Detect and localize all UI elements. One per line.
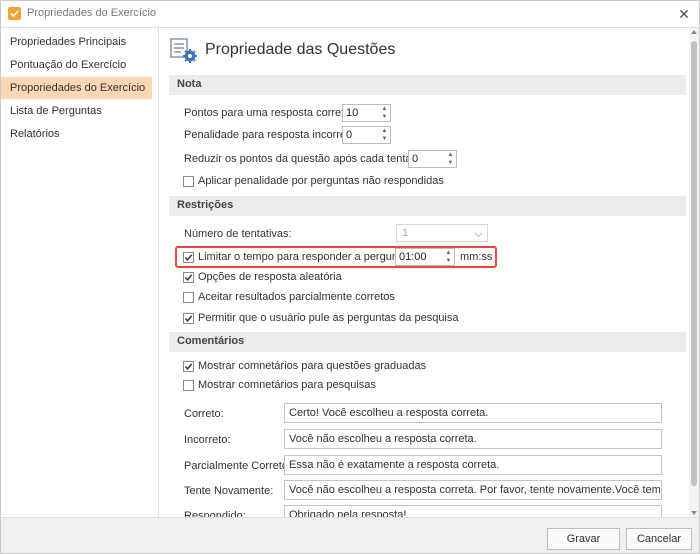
apply-penalty-label: Aplicar penalidade por perguntas não res… [198,175,444,187]
dialog-footer: Gravar Cancelar [1,517,699,553]
partial-results-checkbox[interactable] [183,292,194,303]
stepper-arrows-icon[interactable]: ▲ ▼ [379,127,390,143]
section-header: Restrições [177,199,234,211]
sidebar-item-scoring[interactable]: Pontuação do Exercício [1,54,152,76]
limit-time-label: Limitar o tempo para responder a pergunt… [198,251,411,263]
sidebar-item-main-properties[interactable]: Propriedades Principais [1,31,152,53]
sidebar-item-label: Lista de Perguntas [10,105,102,117]
section-restricoes: Restrições [169,196,686,216]
dropdown-value: 1 [402,227,409,239]
partial-results-label: Aceitar resultados parcialmente corretos [198,291,395,303]
sidebar: Propriedades Principais Pontuação do Exe… [1,28,159,518]
time-unit-label: mm:ss [460,251,493,263]
stepper-value: 10 [346,107,359,119]
sidebar-item-exercise-properties[interactable]: Proporiedades do Exercício [1,77,152,99]
stepper-arrows-icon[interactable]: ▲ ▼ [443,249,454,265]
feedback-partial-input[interactable]: Essa não é exatamente a resposta correta… [284,455,662,475]
apply-penalty-checkbox[interactable] [183,176,194,187]
points-correct-stepper[interactable]: 10 ▲ ▼ [342,104,391,122]
section-header: Nota [177,78,202,90]
stepper-arrows-icon[interactable]: ▲ ▼ [445,151,456,167]
sidebar-item-label: Relatórios [10,128,60,140]
feedback-partial-label: Parcialmente Correto: [184,460,291,472]
section-nota: Nota [169,75,686,95]
vertical-scrollbar[interactable] [689,28,699,518]
main-content: Propriedade das Questões Nota Pontos par… [159,28,688,518]
limit-time-stepper[interactable]: 01:00 ▲ ▼ [395,248,455,266]
page-title: Propriedade das Questões [205,41,396,58]
save-button[interactable]: Gravar [547,528,620,550]
input-value: Você não escolheu a resposta correta. Po… [289,484,661,496]
stepper-value: 0 [412,153,419,165]
random-options-checkbox[interactable] [183,272,194,283]
sidebar-item-label: Proporiedades do Exercício [10,82,146,94]
show-graded-comments-label: Mostrar comnetários para questões gradua… [198,360,427,372]
scroll-thumb[interactable] [691,41,697,486]
show-survey-comments-label: Mostrar comnetários para pesquisas [198,379,376,391]
feedback-incorrect-input[interactable]: Você não escolheu a resposta correta. [284,429,662,449]
sidebar-item-label: Pontuação do Exercício [10,59,127,71]
window-title: Propriedades do Exercício [27,7,157,19]
input-value: Essa não é exatamente a resposta correta… [289,459,500,471]
feedback-try-again-label: Tente Novamente: [184,485,274,497]
stepper-value: 0 [346,129,353,141]
sidebar-item-question-list[interactable]: Lista de Perguntas [1,100,152,122]
points-correct-label: Pontos para uma resposta correta: [184,107,354,119]
cancel-button[interactable]: Cancelar [626,528,692,550]
dialog-window: Propriedades do Exercício ✕ Propriedades… [0,0,700,554]
section-comentarios: Comentários [169,332,686,352]
app-check-icon [8,7,21,20]
scroll-up-icon[interactable] [691,30,697,34]
penalty-label: Penalidade para resposta incorreta: [184,129,359,141]
close-icon[interactable]: ✕ [675,5,693,23]
show-graded-comments-checkbox[interactable] [183,361,194,372]
reduce-points-label: Reduzir os pontos da questão após cada t… [184,153,432,165]
reduce-points-stepper[interactable]: 0 ▲ ▼ [408,150,457,168]
feedback-correct-label: Correto: [184,408,224,420]
sidebar-item-reports[interactable]: Relatórios [1,123,152,145]
scroll-down-icon[interactable] [691,511,697,515]
chevron-down-icon [474,229,483,241]
show-survey-comments-checkbox[interactable] [183,380,194,391]
input-value: Certo! Você escolheu a resposta correta. [289,407,489,419]
sidebar-item-label: Propriedades Principais [10,36,127,48]
question-properties-icon [170,38,198,64]
limit-time-checkbox[interactable] [183,252,194,263]
feedback-incorrect-label: Incorreto: [184,434,231,446]
attempts-dropdown[interactable]: 1 [396,224,488,242]
allow-skip-checkbox[interactable] [183,313,194,324]
section-header: Comentários [177,335,245,347]
feedback-try-again-input[interactable]: Você não escolheu a resposta correta. Po… [284,480,662,500]
attempts-label: Número de tentativas: [184,228,292,240]
stepper-arrows-icon[interactable]: ▲ ▼ [379,105,390,121]
penalty-stepper[interactable]: 0 ▲ ▼ [342,126,391,144]
feedback-correct-input[interactable]: Certo! Você escolheu a resposta correta. [284,403,662,423]
stepper-value: 01:00 [399,251,427,263]
input-value: Você não escolheu a resposta correta. [289,433,477,445]
title-bar: Propriedades do Exercício ✕ [1,1,699,28]
random-options-label: Opções de resposta aleatória [198,271,342,283]
allow-skip-label: Permitir que o usuário pule as perguntas… [198,312,459,324]
